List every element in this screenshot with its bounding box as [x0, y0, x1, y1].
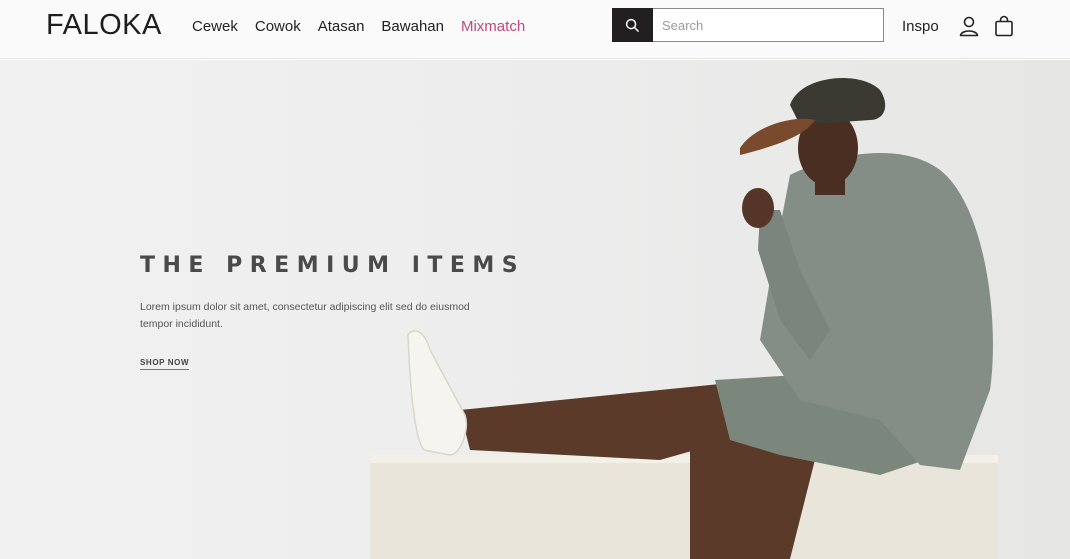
nav-item-atasan[interactable]: Atasan: [318, 18, 365, 35]
search-bar: [612, 8, 884, 42]
main-nav: Cewek Cowok Atasan Bawahan Mixmatch: [192, 18, 542, 35]
hero-banner: THE PREMIUM ITEMS Lorem ipsum dolor sit …: [0, 60, 1070, 559]
nav-item-mixmatch[interactable]: Mixmatch: [461, 18, 525, 35]
shop-now-link[interactable]: SHOP NOW: [140, 358, 190, 370]
search-button[interactable]: [612, 8, 653, 42]
site-header: FALOKA Cewek Cowok Atasan Bawahan Mixmat…: [0, 0, 1070, 59]
user-icon[interactable]: [958, 15, 980, 37]
nav-item-cewek[interactable]: Cewek: [192, 18, 238, 35]
shopping-bag-icon[interactable]: [994, 15, 1014, 37]
nav-item-bawahan[interactable]: Bawahan: [381, 18, 444, 35]
inspo-link[interactable]: Inspo: [902, 18, 939, 35]
search-icon: [625, 18, 639, 32]
brand-logo[interactable]: FALOKA: [46, 9, 162, 42]
search-input[interactable]: [653, 8, 884, 42]
hero-model-image: [370, 78, 998, 559]
nav-item-cowok[interactable]: Cowok: [255, 18, 301, 35]
